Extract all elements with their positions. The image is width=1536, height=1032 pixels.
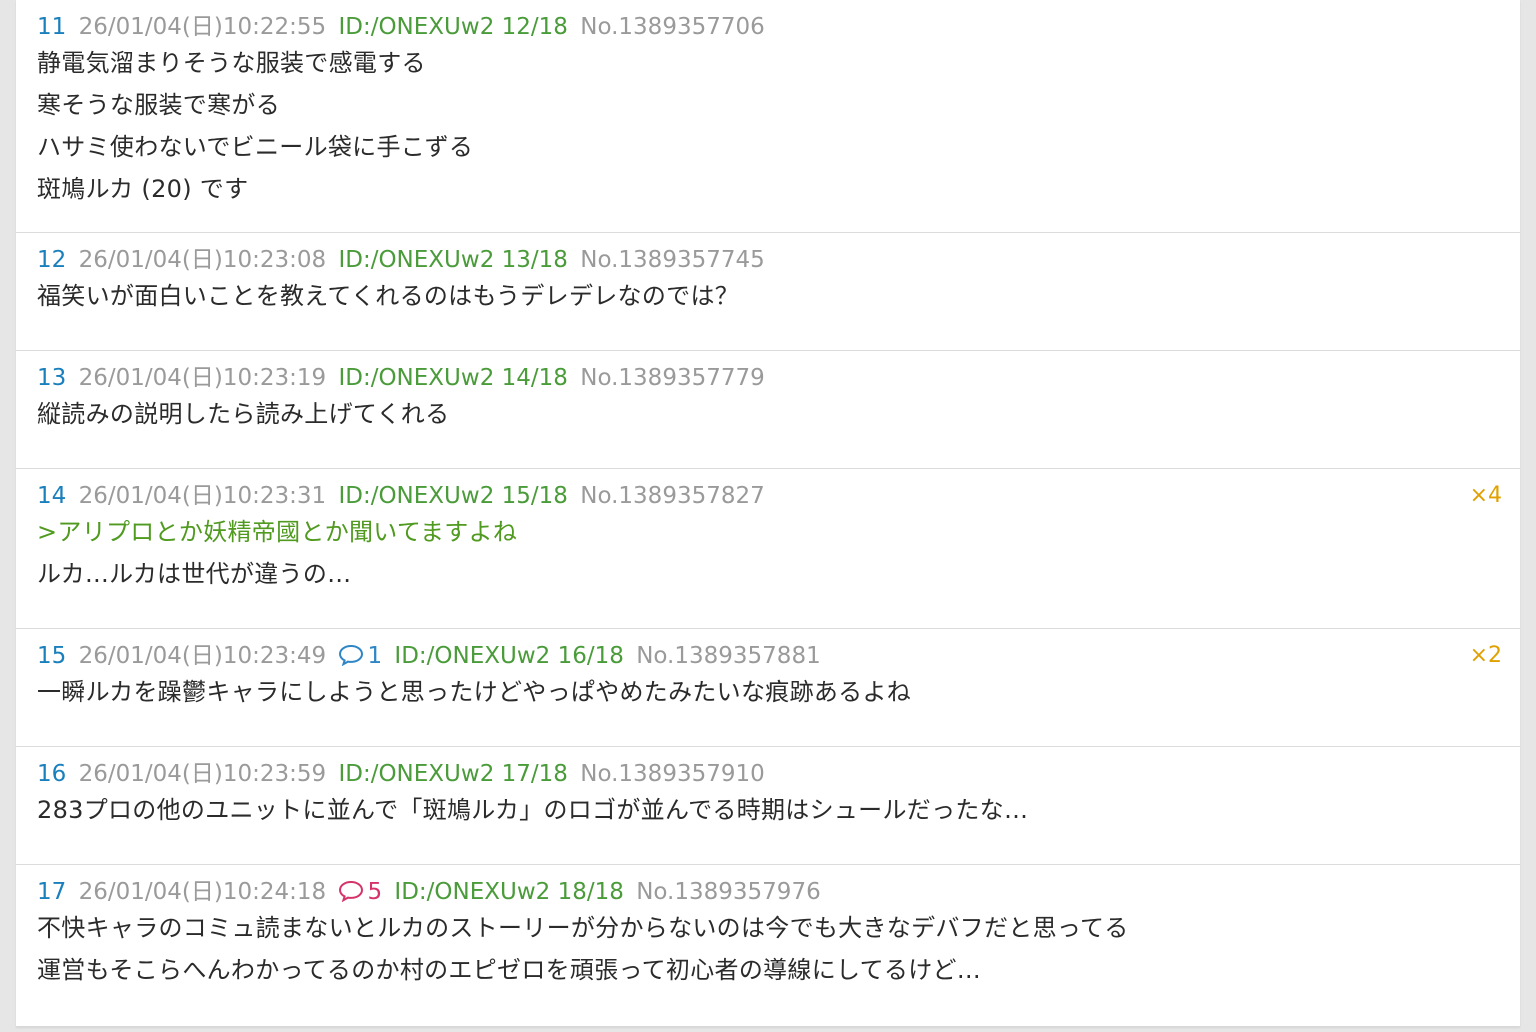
post-text-line: 縦読みの説明したら読み上げてくれる xyxy=(37,400,450,428)
post-no[interactable]: No.1389357779 xyxy=(580,365,765,391)
poster-id[interactable]: ID:/ONEXUw2 14/18 xyxy=(338,365,567,391)
post-body: 不快キャラのコミュ読まないとルカのストーリーが分からないのは今でも大きなデバフだ… xyxy=(37,907,1500,991)
post-number[interactable]: 17 xyxy=(37,879,66,905)
post-date: 26/01/04(日)10:22:55 xyxy=(78,14,327,40)
post-no[interactable]: No.1389357745 xyxy=(580,247,765,273)
quote-line: >アリプロとか妖精帝國とか聞いてますよね xyxy=(37,518,518,546)
post-no[interactable]: No.1389357827 xyxy=(580,483,765,509)
poster-id[interactable]: ID:/ONEXUw2 17/18 xyxy=(338,761,567,787)
post-header: 14 26/01/04(日)10:23:31 ID:/ONEXUw2 15/18… xyxy=(37,481,1500,511)
post-text-line: ハサミ使わないでビニール袋に手こずる xyxy=(37,133,474,161)
post-item: 17 26/01/04(日)10:24:18 5 ID:/ONEXUw2 18/… xyxy=(16,865,1520,1025)
quote-count-badge[interactable]: ×2 xyxy=(1470,641,1502,671)
poster-id[interactable]: ID:/ONEXUw2 12/18 xyxy=(338,14,567,40)
post-date: 26/01/04(日)10:23:19 xyxy=(78,365,327,391)
reply-count[interactable]: 1 xyxy=(338,643,389,669)
post-no[interactable]: No.1389357910 xyxy=(580,761,765,787)
post-body: 静電気溜まりそうな服装で感電する 寒そうな服装で寒がる ハサミ使わないでビニール… xyxy=(37,42,1500,210)
reply-count-value: 5 xyxy=(367,879,383,905)
post-text-line: 不快キャラのコミュ読まないとルカのストーリーが分からないのは今でも大きなデバフだ… xyxy=(37,914,1129,942)
post-date: 26/01/04(日)10:23:08 xyxy=(78,247,327,273)
post-text-line: 一瞬ルカを躁鬱キャラにしようと思ったけどやっぱやめたみたいな痕跡あるよね xyxy=(37,678,912,706)
poster-id[interactable]: ID:/ONEXUw2 13/18 xyxy=(338,247,567,273)
post-date: 26/01/04(日)10:23:49 xyxy=(78,643,327,669)
post-header: 12 26/01/04(日)10:23:08 ID:/ONEXUw2 13/18… xyxy=(37,245,1500,275)
post-body: 一瞬ルカを躁鬱キャラにしようと思ったけどやっぱやめたみたいな痕跡あるよね xyxy=(37,671,1500,713)
post-number[interactable]: 13 xyxy=(37,365,66,391)
post-body: >アリプロとか妖精帝國とか聞いてますよね ルカ…ルカは世代が違うの… xyxy=(37,511,1500,595)
post-item: 11 26/01/04(日)10:22:55 ID:/ONEXUw2 12/18… xyxy=(16,0,1520,233)
post-text-line: 福笑いが面白いことを教えてくれるのはもうデレデレなのでは？ xyxy=(37,282,740,310)
post-date: 26/01/04(日)10:23:59 xyxy=(78,761,327,787)
post-header: 13 26/01/04(日)10:23:19 ID:/ONEXUw2 14/18… xyxy=(37,363,1500,393)
post-item: 16 26/01/04(日)10:23:59 ID:/ONEXUw2 17/18… xyxy=(16,747,1520,865)
post-header: 16 26/01/04(日)10:23:59 ID:/ONEXUw2 17/18… xyxy=(37,759,1500,789)
speech-bubble-icon xyxy=(339,644,364,667)
speech-bubble-icon xyxy=(339,880,364,903)
post-number[interactable]: 16 xyxy=(37,761,66,787)
post-date: 26/01/04(日)10:24:18 xyxy=(78,879,327,905)
post-number[interactable]: 15 xyxy=(37,643,66,669)
post-body: 縦読みの説明したら読み上げてくれる xyxy=(37,393,1500,435)
post-number[interactable]: 14 xyxy=(37,483,66,509)
post-no[interactable]: No.1389357976 xyxy=(636,879,821,905)
post-header: 17 26/01/04(日)10:24:18 5 ID:/ONEXUw2 18/… xyxy=(37,877,1500,907)
post-body: 283プロの他のユニットに並んで「斑鳩ルカ」のロゴが並んでる時期はシュールだった… xyxy=(37,789,1500,831)
post-text-line: ルカ…ルカは世代が違うの… xyxy=(37,560,352,588)
post-item: 14 26/01/04(日)10:23:31 ID:/ONEXUw2 15/18… xyxy=(16,469,1520,629)
post-body: 福笑いが面白いことを教えてくれるのはもうデレデレなのでは？ xyxy=(37,275,1500,317)
post-text-line: 静電気溜まりそうな服装で感電する xyxy=(37,49,426,77)
post-number[interactable]: 11 xyxy=(37,14,66,40)
post-text-line: 寒そうな服装で寒がる xyxy=(37,91,280,119)
post-no[interactable]: No.1389357881 xyxy=(636,643,821,669)
post-no[interactable]: No.1389357706 xyxy=(580,14,765,40)
poster-id[interactable]: ID:/ONEXUw2 16/18 xyxy=(394,643,623,669)
post-text-line: 斑鳩ルカ (20) です xyxy=(37,175,249,203)
post-item: 15 26/01/04(日)10:23:49 1 ID:/ONEXUw2 16/… xyxy=(16,629,1520,747)
post-header: 15 26/01/04(日)10:23:49 1 ID:/ONEXUw2 16/… xyxy=(37,641,1500,671)
post-date: 26/01/04(日)10:23:31 xyxy=(78,483,327,509)
post-text-line: 283プロの他のユニットに並んで「斑鳩ルカ」のロゴが並んでる時期はシュールだった… xyxy=(37,796,1029,824)
post-item: 12 26/01/04(日)10:23:08 ID:/ONEXUw2 13/18… xyxy=(16,233,1520,351)
post-number[interactable]: 12 xyxy=(37,247,66,273)
post-item: 13 26/01/04(日)10:23:19 ID:/ONEXUw2 14/18… xyxy=(16,351,1520,469)
reply-count[interactable]: 5 xyxy=(338,879,389,905)
quote-count-badge[interactable]: ×4 xyxy=(1470,481,1502,511)
post-header: 11 26/01/04(日)10:22:55 ID:/ONEXUw2 12/18… xyxy=(37,12,1500,42)
poster-id[interactable]: ID:/ONEXUw2 18/18 xyxy=(394,879,623,905)
reply-count-value: 1 xyxy=(367,643,383,669)
post-text-line: 運営もそこらへんわかってるのか村のエピゼロを頑張って初心者の導線にしてるけど… xyxy=(37,956,982,984)
thread-panel: 11 26/01/04(日)10:22:55 ID:/ONEXUw2 12/18… xyxy=(16,0,1520,1027)
poster-id[interactable]: ID:/ONEXUw2 15/18 xyxy=(338,483,567,509)
